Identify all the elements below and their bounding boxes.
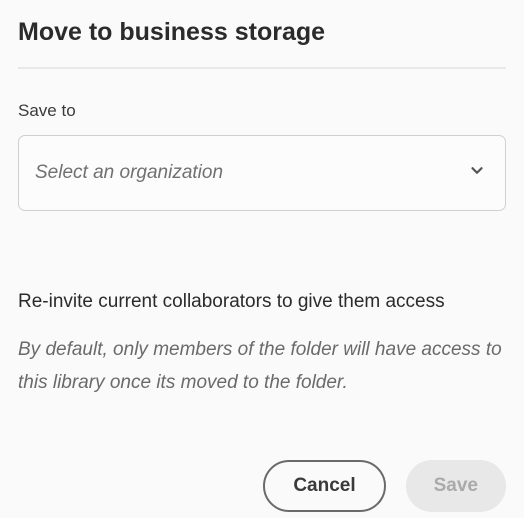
reinvite-heading: Re-invite current collaborators to give … [18,291,506,313]
save-button[interactable]: Save [406,460,506,512]
save-to-label: Save to [18,101,506,121]
divider [18,67,506,69]
dialog-actions: Cancel Save [18,460,506,512]
organization-select[interactable]: Select an organization [18,135,506,211]
select-placeholder: Select an organization [35,162,223,184]
cancel-button[interactable]: Cancel [263,460,385,512]
dialog-title: Move to business storage [18,18,506,47]
helper-text: By default, only members of the folder w… [18,333,506,400]
